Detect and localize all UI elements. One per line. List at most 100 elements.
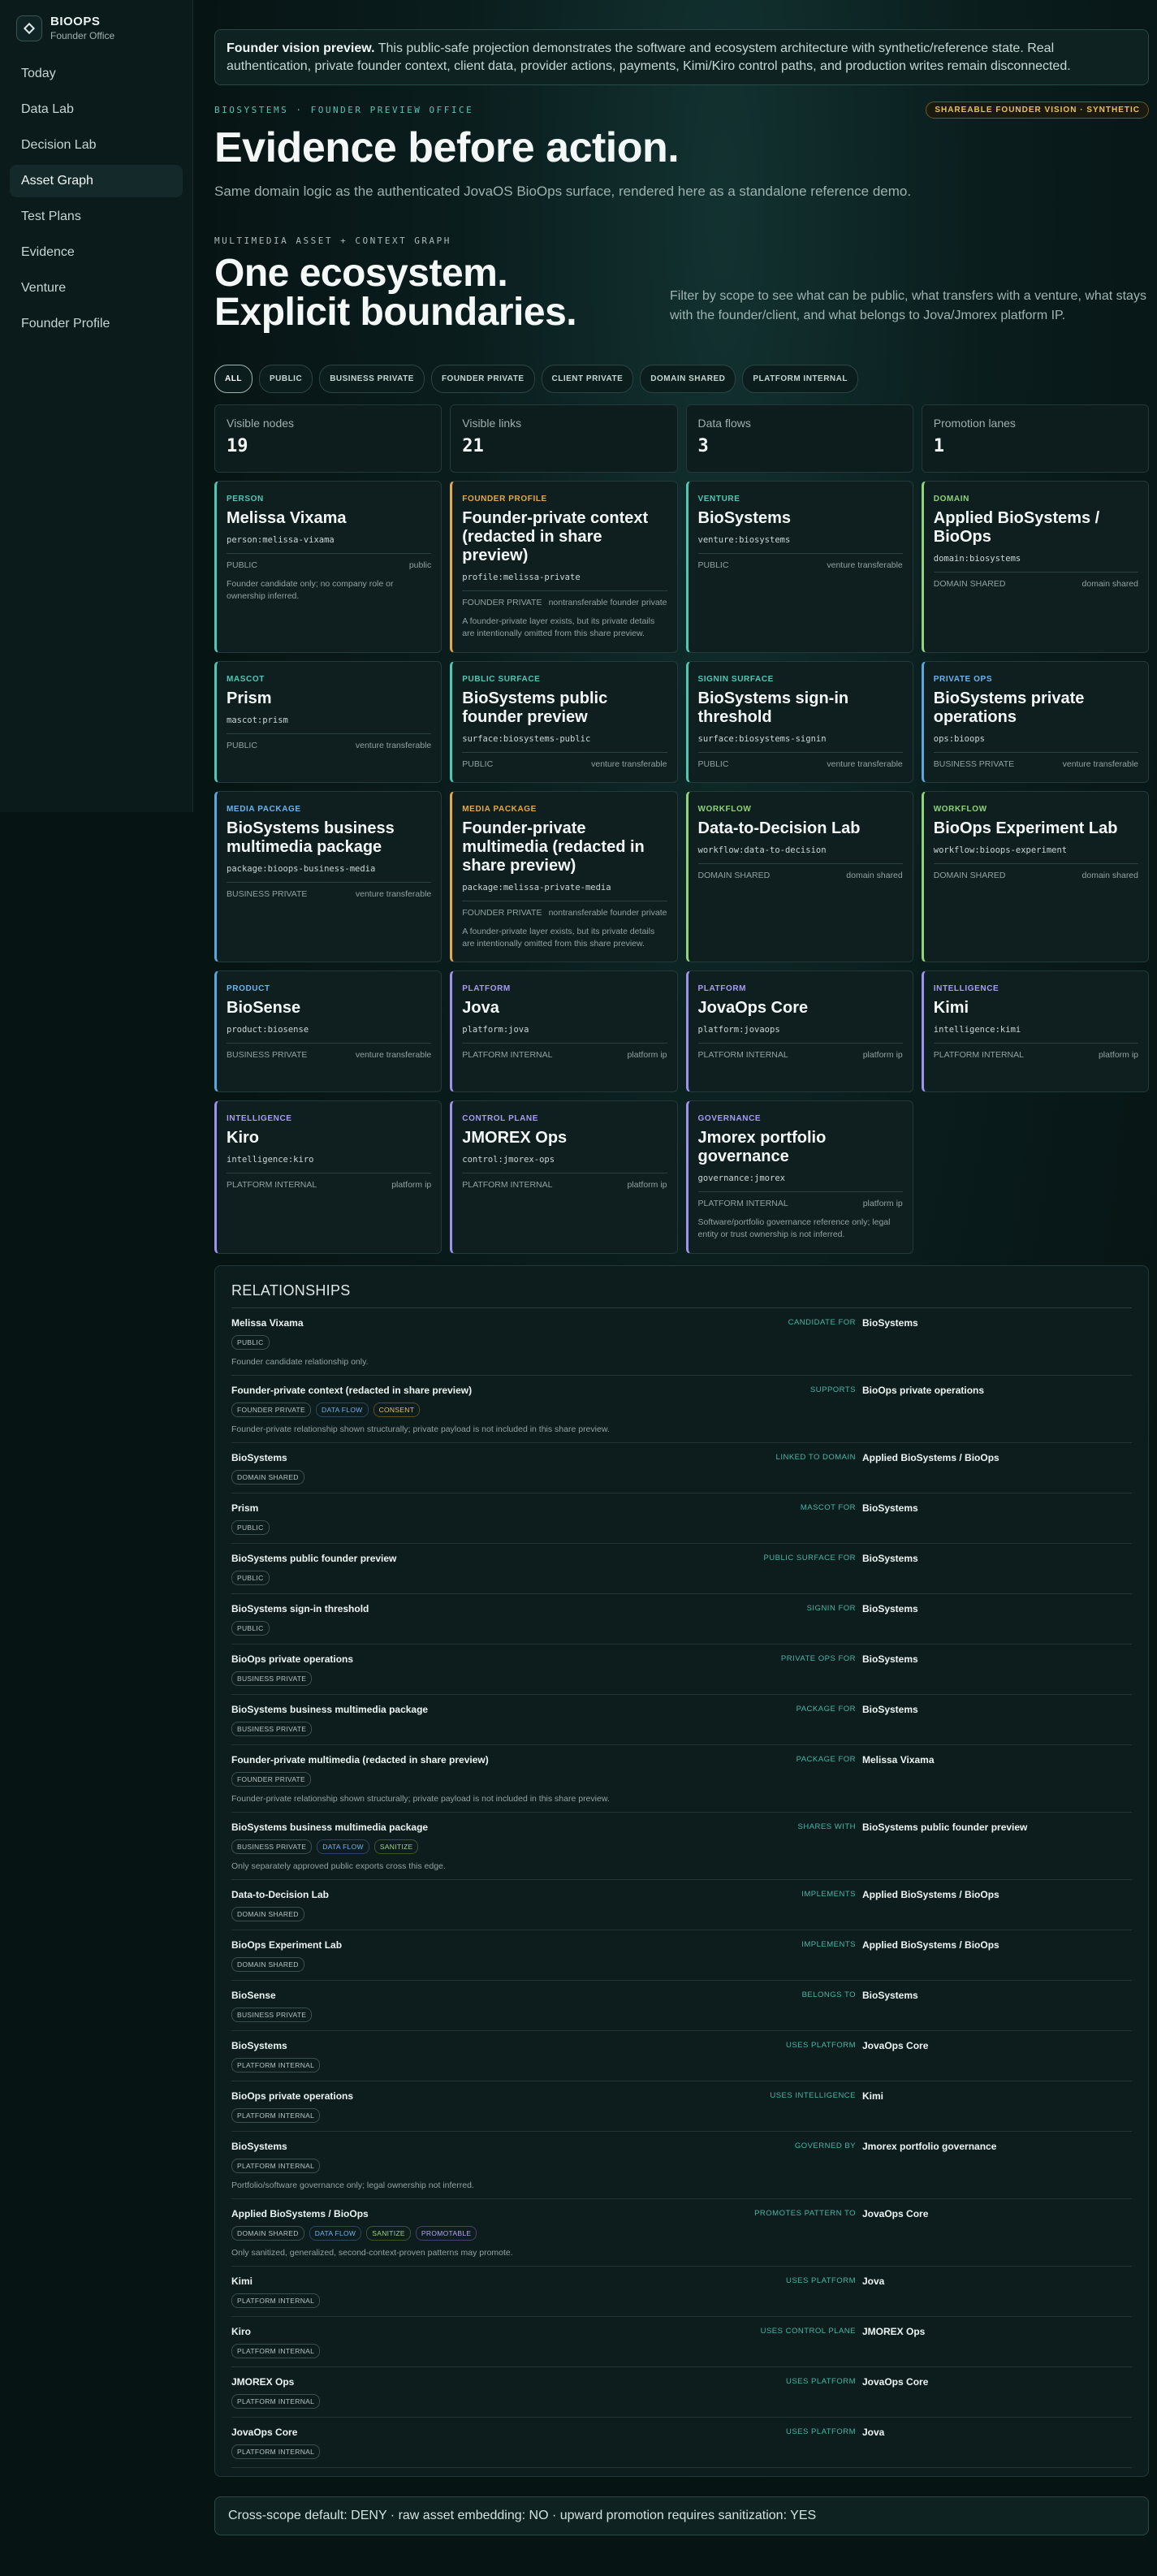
relationship-target[interactable]: Kimi	[862, 2090, 883, 2102]
sidebar-item-asset-graph[interactable]: Asset Graph	[10, 165, 183, 197]
relationship-target[interactable]: BioSystems	[862, 1990, 918, 2001]
relationship-verb: USES PLATFORM	[785, 2377, 856, 2386]
relationship-target[interactable]: BioSystems	[862, 1653, 918, 1665]
relationship-right: USES PLATFORM Jova	[693, 2276, 1132, 2287]
card-transfer: domain shared	[1081, 579, 1138, 590]
relationship-source[interactable]: BioSystems	[231, 2141, 287, 2152]
relationship-target[interactable]: JovaOps Core	[862, 2040, 928, 2051]
relationship-source[interactable]: Founder-private context (redacted in sha…	[231, 1385, 472, 1396]
relationship-source[interactable]: BioSystems	[231, 1452, 287, 1463]
relationship-target[interactable]: BioSystems	[862, 1317, 918, 1329]
stat-label: Promotion lanes	[933, 417, 1016, 430]
relationship-target[interactable]: JovaOps Core	[862, 2208, 928, 2219]
sidebar-item-today[interactable]: Today	[10, 58, 183, 90]
relationship-target[interactable]: Applied BioSystems / BioOps	[862, 1452, 999, 1463]
asset-card[interactable]: DOMAIN Applied BioSystems / BioOps domain:…	[921, 481, 1149, 653]
sidebar-item-test-plans[interactable]: Test Plans	[10, 201, 183, 233]
asset-card[interactable]: PRIVATE OPS BioSystems private operations…	[921, 660, 1149, 783]
filter-client-private[interactable]: CLIENT PRIVATE	[541, 365, 634, 394]
asset-card[interactable]: CONTROL PLANE JMOREX Ops control:jmorex-op…	[450, 1100, 678, 1254]
card-scope: PLATFORM INTERNAL	[697, 1050, 788, 1061]
relationship-target[interactable]: Jova	[862, 2276, 884, 2287]
relationship-source[interactable]: Melissa Vixama	[231, 1317, 304, 1329]
filter-founder-private[interactable]: FOUNDER PRIVATE	[430, 365, 535, 394]
preview-banner: Founder vision preview. This public-safe…	[214, 29, 1149, 86]
relationship-source[interactable]: Kimi	[231, 2276, 253, 2287]
asset-card[interactable]: FOUNDER PROFILE Founder-private context (…	[450, 481, 678, 653]
relationship-source[interactable]: BioSystems sign-in threshold	[231, 1603, 369, 1614]
relationship-source[interactable]: Kiro	[231, 2326, 251, 2337]
relationship-source[interactable]: JMOREX Ops	[231, 2376, 294, 2388]
asset-card[interactable]: PERSON Melissa Vixama person:melissa-vixam…	[214, 481, 443, 653]
relationship-target[interactable]: BioSystems	[862, 1603, 918, 1614]
scope-tag: DOMAIN SHARED	[231, 1906, 304, 1921]
asset-card[interactable]: PUBLIC SURFACE BioSystems public founder …	[450, 660, 678, 783]
relationship-source[interactable]: BioOps private operations	[231, 2090, 353, 2102]
filter-platform-internal[interactable]: PLATFORM INTERNAL	[742, 365, 858, 394]
relationship-row: Founder-private context (redacted in sha…	[231, 1376, 1132, 1443]
card-kind: DOMAIN	[933, 495, 969, 504]
relationship-target[interactable]: BioOps private operations	[862, 1385, 984, 1396]
relationship-target[interactable]: BioSystems	[862, 1502, 918, 1514]
filter-domain-shared[interactable]: DOMAIN SHARED	[640, 365, 736, 394]
asset-card[interactable]: INTELLIGENCE Kimi intelligence:kimi PLATFOR…	[921, 970, 1149, 1093]
relationship-source[interactable]: BioSystems business multimedia package	[231, 1704, 428, 1715]
sidebar-item-decision-lab[interactable]: Decision Lab	[10, 129, 183, 162]
relationship-source[interactable]: Applied BioSystems / BioOps	[231, 2208, 369, 2219]
asset-card[interactable]: VENTURE BioSystems venture:biosystems PUBLI…	[685, 481, 913, 653]
sidebar-item-evidence[interactable]: Evidence	[10, 236, 183, 269]
relationship-source[interactable]: BioSystems public founder preview	[231, 1553, 396, 1564]
relationship-source[interactable]: BioOps private operations	[231, 1653, 353, 1665]
relationship-source[interactable]: Data-to-Decision Lab	[231, 1889, 329, 1900]
relationship-target[interactable]: Jmorex portfolio governance	[862, 2141, 996, 2152]
card-meta: FOUNDER PRIVATE nontransferable founder p…	[462, 908, 667, 918]
relationship-target[interactable]: BioSystems	[862, 1553, 918, 1564]
asset-card[interactable]: PLATFORM JovaOps Core platform:jovaops PLAT…	[685, 970, 913, 1093]
filter-business-private[interactable]: BUSINESS PRIVATE	[319, 365, 425, 394]
card-meta: FOUNDER PRIVATE nontransferable founder p…	[462, 598, 667, 607]
relationship-target[interactable]: Applied BioSystems / BioOps	[862, 1889, 999, 1900]
scope-tag: PLATFORM INTERNAL	[231, 2293, 321, 2308]
asset-card[interactable]: MASCOT Prism mascot:prism PUBLIC venture tra…	[214, 660, 443, 783]
relationship-source[interactable]: BioOps Experiment Lab	[231, 1939, 342, 1951]
asset-card[interactable]: MEDIA PACKAGE BioSystems business multime…	[214, 790, 443, 963]
relationship-target[interactable]: Melissa Vixama	[862, 1754, 935, 1766]
sidebar-item-data-lab[interactable]: Data Lab	[10, 93, 183, 126]
filter-public[interactable]: PUBLIC	[258, 365, 313, 394]
card-scope: FOUNDER PRIVATE	[462, 598, 542, 608]
asset-card[interactable]: GOVERNANCE Jmorex portfolio governance gov…	[685, 1100, 913, 1254]
relationship-source[interactable]: BioSystems	[231, 2040, 287, 2051]
relationship-source[interactable]: Founder-private multimedia (redacted in …	[231, 1754, 489, 1766]
relationship-target[interactable]: Applied BioSystems / BioOps	[862, 1939, 999, 1951]
asset-card[interactable]: SIGNIN SURFACE BioSystems sign-in thresho…	[685, 660, 913, 783]
ecosystem-title-line2: Explicit boundaries.	[214, 291, 577, 335]
relationship-tags: BUSINESS PRIVATE	[231, 2007, 1132, 2022]
relationship-tags: PLATFORM INTERNAL	[231, 2343, 1132, 2358]
relationship-target[interactable]: JMOREX Ops	[862, 2326, 925, 2337]
card-scope: PUBLIC	[697, 560, 729, 571]
card-kind: WORKFLOW	[933, 804, 987, 814]
relationship-target[interactable]: BioSystems public founder preview	[862, 1822, 1027, 1833]
card-id: control:jmorex-ops	[462, 1155, 667, 1174]
relationship-right: PACKAGE FOR Melissa Vixama	[693, 1754, 1132, 1766]
relationship-source[interactable]: BioSystems business multimedia package	[231, 1822, 428, 1833]
relationship-target[interactable]: Jova	[862, 2427, 884, 2438]
asset-card[interactable]: INTELLIGENCE Kiro intelligence:kiro PLATFOR…	[214, 1100, 443, 1254]
asset-card[interactable]: WORKFLOW BioOps Experiment Lab workflow:bi…	[921, 790, 1149, 963]
asset-card[interactable]: PRODUCT BioSense product:biosense BUSINESS …	[214, 970, 443, 1093]
asset-card[interactable]: PLATFORM Jova platform:jova PLATFORM INTERN…	[450, 970, 678, 1093]
relationship-source[interactable]: BioSense	[231, 1990, 276, 2001]
asset-card[interactable]: MEDIA PACKAGE Founder-private multimedia …	[450, 790, 678, 963]
brand[interactable]: BIOOPS Founder Office	[10, 15, 183, 58]
sidebar-item-venture[interactable]: Venture	[10, 272, 183, 305]
relationship-target[interactable]: JovaOps Core	[862, 2376, 928, 2388]
asset-card[interactable]: WORKFLOW Data-to-Decision Lab workflow:dat…	[685, 790, 913, 963]
card-transfer: domain shared	[1081, 870, 1138, 880]
relationship-source[interactable]: Prism	[231, 1502, 258, 1514]
stat-value: 19	[227, 436, 248, 457]
filter-all[interactable]: ALL	[214, 365, 253, 394]
sidebar-item-founder-profile[interactable]: Founder Profile	[10, 308, 183, 340]
relationship-target[interactable]: BioSystems	[862, 1704, 918, 1715]
relationship-source[interactable]: JovaOps Core	[231, 2427, 297, 2438]
card-transfer: platform ip	[391, 1180, 432, 1191]
